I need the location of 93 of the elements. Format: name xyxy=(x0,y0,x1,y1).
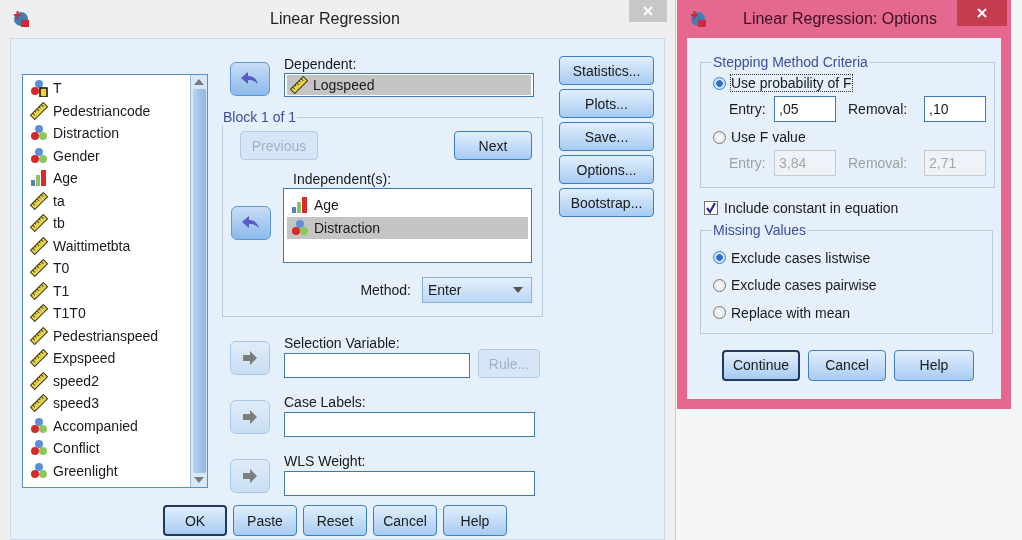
variable-item[interactable]: T0 xyxy=(30,257,190,280)
dependent-label: Dependent: xyxy=(284,55,358,73)
three-balls-icon xyxy=(30,461,48,480)
radio-button[interactable] xyxy=(713,76,726,90)
three-balls-icon xyxy=(291,218,309,237)
variable-item[interactable]: Age xyxy=(30,167,190,190)
dialog-button[interactable]: Save... xyxy=(559,122,654,151)
next-button[interactable]: Next xyxy=(454,131,532,160)
variable-item[interactable]: Distraction xyxy=(30,122,190,145)
checkbox[interactable] xyxy=(704,201,718,215)
variable-item[interactable]: Accompanied xyxy=(30,414,190,437)
entry-label: Entry: xyxy=(729,101,767,117)
radio-button[interactable] xyxy=(713,278,726,292)
checkbox-label: Include constant in equation xyxy=(724,200,899,216)
string-balls-icon xyxy=(30,79,48,98)
variable-item[interactable]: Pedestrianspeed xyxy=(30,324,190,347)
radio-label: Replace with mean xyxy=(731,304,851,321)
close-button[interactable] xyxy=(957,0,1007,26)
radio-button[interactable] xyxy=(713,251,726,265)
removal-label: Removal: xyxy=(848,101,909,117)
variable-item[interactable]: speed3 xyxy=(30,392,190,415)
dialog-button[interactable]: Cancel xyxy=(808,349,886,381)
close-icon xyxy=(643,6,653,16)
left-arrow-icon xyxy=(240,71,260,87)
dialog-button[interactable]: Statistics... xyxy=(559,56,654,85)
variable-item[interactable]: Age xyxy=(287,194,528,217)
radio-button[interactable] xyxy=(713,130,726,144)
entry-label: Entry: xyxy=(729,155,767,171)
move-button[interactable] xyxy=(231,206,271,240)
method-dropdown[interactable]: Enter xyxy=(422,277,532,303)
removal-label: Removal: xyxy=(848,155,909,171)
dialog-button[interactable]: Paste xyxy=(233,505,297,536)
variable-item[interactable]: ta xyxy=(30,189,190,212)
method-label: Method: xyxy=(360,281,411,299)
radio-label: Exclude cases listwise xyxy=(731,249,871,266)
case-labels-label: Case Labels: xyxy=(284,393,367,411)
variable-item[interactable]: Pedestriancode xyxy=(30,99,190,122)
scroll-up-icon xyxy=(194,79,204,85)
caret-icon xyxy=(513,287,523,293)
group-title: Missing Values xyxy=(712,222,808,238)
radio-button[interactable] xyxy=(713,306,726,320)
entry-field[interactable]: ,05 xyxy=(774,96,836,122)
radio-label: Use F value xyxy=(731,129,806,145)
variable-item[interactable]: T1T0 xyxy=(30,302,190,325)
removal-field[interactable]: ,10 xyxy=(924,96,986,122)
variable-item[interactable]: Waittimetbta xyxy=(30,234,190,257)
radio-label: Exclude cases pairwise xyxy=(731,277,877,294)
right-arrow-icon xyxy=(240,409,260,425)
dialog-button[interactable]: Help xyxy=(894,349,974,381)
three-balls-icon xyxy=(30,146,48,165)
dialog-button[interactable]: Help xyxy=(443,505,507,536)
right-arrow-icon xyxy=(240,468,260,484)
dialog-button[interactable]: Cancel xyxy=(373,505,437,536)
variable-item[interactable]: T xyxy=(30,77,190,100)
three-balls-icon xyxy=(30,124,48,143)
dialog-button[interactable]: Continue xyxy=(722,349,800,381)
window-title: Linear Regression xyxy=(270,10,400,28)
ruler-icon xyxy=(290,76,308,94)
group-title: Stepping Method Criteria xyxy=(712,54,869,70)
variable-item[interactable]: speed2 xyxy=(30,369,190,392)
app-icon xyxy=(12,10,30,28)
left-arrow-icon xyxy=(241,215,261,231)
independents-label: Independent(s): xyxy=(292,170,393,188)
variable-item[interactable]: Gender xyxy=(30,144,190,167)
variable-item[interactable]: Conflict xyxy=(30,437,190,460)
bar-chart-icon xyxy=(291,196,309,215)
bar-chart-icon xyxy=(30,169,48,188)
app-icon xyxy=(689,10,707,28)
three-balls-icon xyxy=(30,416,48,435)
dialog-button[interactable]: OK xyxy=(163,505,227,536)
selection-variable-field[interactable] xyxy=(284,353,470,378)
variable-item[interactable]: T1 xyxy=(30,279,190,302)
three-balls-icon xyxy=(30,439,48,458)
close-icon xyxy=(977,8,987,18)
variable-item[interactable]: Greenlight xyxy=(30,459,190,482)
dialog-button[interactable]: Reset xyxy=(303,505,367,536)
wls-weight-field[interactable] xyxy=(284,471,535,496)
wls-weight-label: WLS Weight: xyxy=(284,452,367,470)
window-title: Linear Regression: Options xyxy=(743,10,937,28)
case-labels-field[interactable] xyxy=(284,412,535,437)
scroll-down-icon xyxy=(194,477,204,483)
scrollbar[interactable] xyxy=(190,75,207,487)
dialog-button[interactable]: Bootstrap... xyxy=(559,188,654,217)
variable-item[interactable]: Distraction xyxy=(287,216,528,239)
selection-variable-label: Selection Variable: xyxy=(284,334,401,352)
variable-item[interactable]: Expspeed xyxy=(30,347,190,370)
dialog-button[interactable]: Options... xyxy=(559,155,654,184)
right-arrow-icon xyxy=(240,350,260,366)
radio-label: Use probability of F xyxy=(731,75,852,91)
dialog-button[interactable]: Plots... xyxy=(559,89,654,118)
variable-item[interactable]: tb xyxy=(30,212,190,235)
move-button[interactable] xyxy=(230,62,270,96)
group-title: Block 1 of 1 xyxy=(222,109,298,125)
